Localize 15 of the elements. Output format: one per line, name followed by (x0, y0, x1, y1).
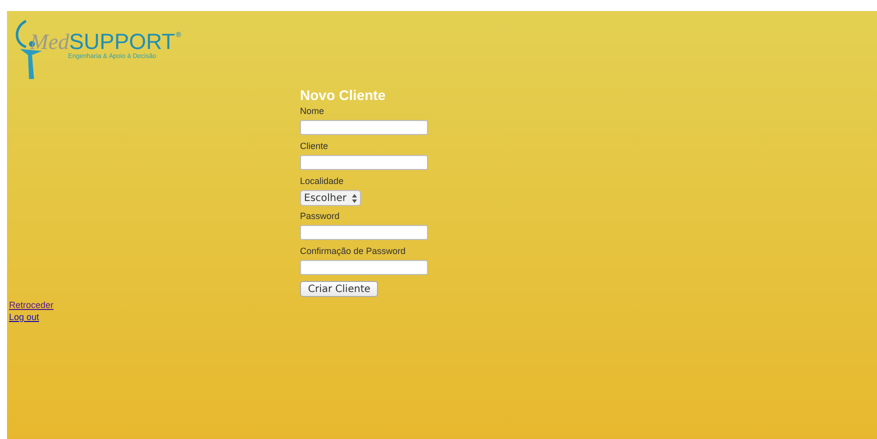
stepper-arrows-icon (352, 194, 357, 202)
nav-link[interactable]: Retroceder (9, 299, 54, 311)
text-field[interactable] (300, 155, 428, 170)
field-label: Confirmação de Password (300, 246, 406, 256)
dropdown[interactable]: Escolher (300, 190, 361, 206)
nav-link[interactable]: Log out (9, 311, 54, 323)
form-title: Novo Cliente (300, 87, 386, 103)
field-label: Nome (300, 106, 324, 116)
password-field[interactable] (300, 225, 428, 240)
create-client-button[interactable]: Criar Cliente (300, 281, 378, 297)
password-field[interactable] (300, 260, 428, 275)
field-label: Cliente (300, 141, 328, 151)
field-label: Password (300, 211, 340, 221)
field-label: Localidade (300, 176, 344, 186)
text-field[interactable] (300, 120, 428, 135)
